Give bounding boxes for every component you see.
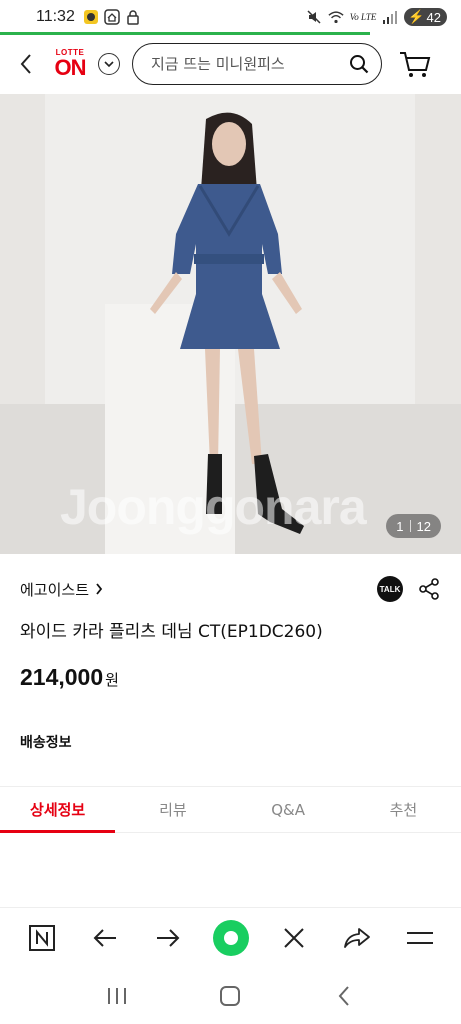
mall-dropdown-button[interactable] (98, 53, 120, 75)
logo-main-text: ON (54, 55, 87, 80)
app-header: LOTTE ON (0, 36, 461, 92)
back-button[interactable] (6, 36, 46, 92)
signal-icon (382, 9, 398, 25)
image-current-index: 1 (396, 518, 404, 534)
browser-share-button[interactable] (337, 918, 377, 958)
browser-menu-button[interactable] (400, 918, 440, 958)
browser-toolbar (0, 907, 461, 967)
home-icon (220, 986, 241, 1006)
status-time: 11:32 (36, 8, 75, 25)
green-dot-icon (212, 919, 249, 956)
mute-icon (306, 9, 322, 25)
tab-recommend[interactable]: 추천 (346, 787, 461, 832)
share-icon (419, 578, 439, 600)
battery-icon: ⚡ (408, 9, 425, 24)
browser-forward-button[interactable] (148, 918, 188, 958)
tab-qna[interactable]: Q&A (231, 787, 346, 832)
battery-indicator: ⚡ 42 (404, 8, 447, 26)
home-app-icon (104, 9, 120, 25)
page-loading-bar (0, 32, 370, 35)
battery-level: 42 (426, 9, 441, 25)
tab-details[interactable]: 상세정보 (0, 787, 116, 833)
share-button[interactable] (417, 577, 441, 601)
naver-n-icon (28, 924, 55, 951)
price-row: 214,000 원 (20, 664, 119, 691)
product-tabs: 상세정보 리뷰 Q&A 추천 (0, 786, 461, 833)
price-unit: 원 (105, 671, 119, 689)
recent-apps-icon (107, 988, 126, 1004)
talk-button[interactable]: TALK (377, 576, 403, 602)
tab-reviews[interactable]: 리뷰 (115, 787, 230, 832)
volte-label: Vo LTE (349, 12, 377, 22)
brand-row: 에고이스트 TALK (20, 574, 441, 604)
lotte-on-logo[interactable]: LOTTE ON (50, 42, 90, 86)
chevron-right-icon[interactable] (95, 583, 103, 595)
home-button[interactable] (210, 976, 250, 1016)
system-back-icon (338, 986, 349, 1006)
search-box[interactable] (132, 43, 382, 85)
naver-app-icon (83, 9, 99, 25)
status-bar: 11:32 Vo LTE ⚡ 42 (0, 0, 461, 34)
system-status-icons: Vo LTE ⚡ 42 (306, 8, 447, 26)
cart-button[interactable] (392, 41, 438, 87)
search-icon[interactable] (349, 54, 369, 74)
system-navigation-bar (0, 968, 461, 1024)
counter-divider (409, 520, 411, 532)
forward-share-icon (343, 927, 370, 948)
cart-icon (400, 52, 431, 77)
product-image-gallery[interactable]: Joonggonara 1 12 (0, 94, 461, 554)
lock-icon (125, 9, 141, 25)
chevron-left-icon (20, 54, 31, 74)
wifi-icon (328, 9, 344, 25)
image-total-count: 12 (416, 518, 431, 534)
naver-home-button[interactable] (22, 918, 62, 958)
system-back-button[interactable] (324, 976, 364, 1016)
shipping-info-label[interactable]: 배송정보 (20, 732, 72, 752)
watermark-text: Joonggonara (60, 479, 367, 535)
search-input[interactable] (151, 55, 349, 73)
recent-apps-button[interactable] (97, 976, 137, 1016)
brand-link[interactable]: 에고이스트 (20, 579, 89, 600)
arrow-right-icon (156, 928, 179, 947)
image-counter: 1 12 (386, 514, 441, 538)
chevron-down-icon (104, 61, 114, 68)
browser-close-button[interactable] (274, 918, 314, 958)
arrow-left-icon (93, 928, 116, 947)
close-icon (283, 927, 304, 948)
notification-icons (83, 9, 141, 25)
product-title: 와이드 카라 플리츠 데님 CT(EP1DC260) (20, 622, 323, 642)
hamburger-icon (406, 931, 433, 944)
green-dot-button[interactable] (211, 918, 251, 958)
browser-back-button[interactable] (85, 918, 125, 958)
price-value: 214,000 (20, 664, 104, 690)
